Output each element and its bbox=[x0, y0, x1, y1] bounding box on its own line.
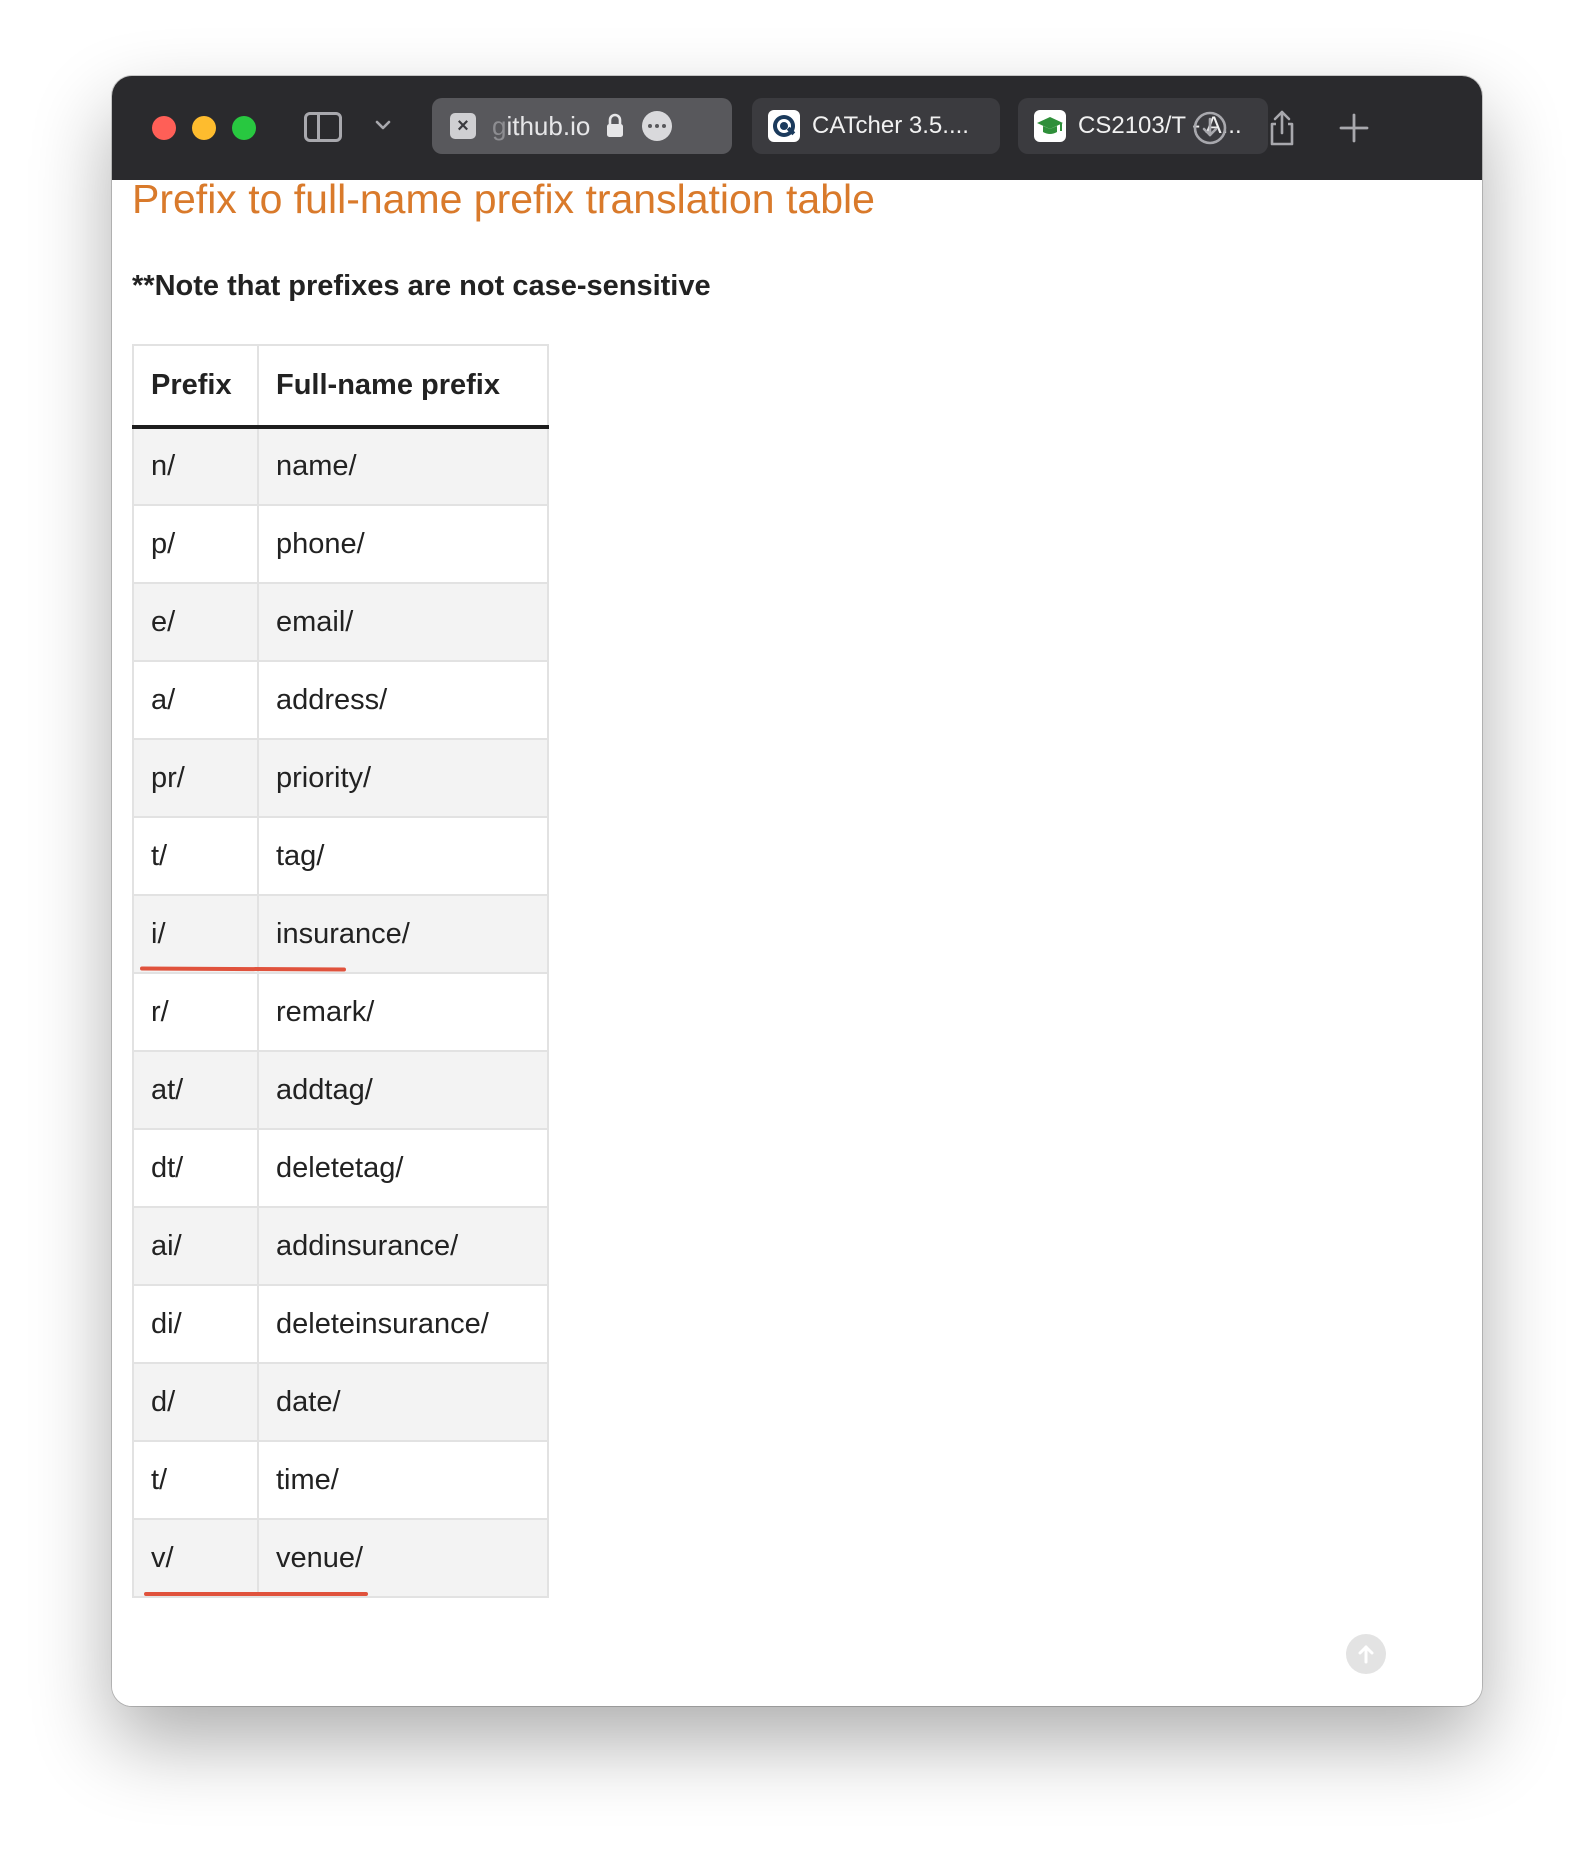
full-name-cell: insurance/ bbox=[257, 894, 549, 974]
prefix-cell: di/ bbox=[132, 1284, 259, 1364]
new-tab-plus-icon[interactable] bbox=[1334, 108, 1374, 148]
full-name-cell: priority/ bbox=[257, 738, 549, 818]
prefix-cell: ai/ bbox=[132, 1206, 259, 1286]
full-name-cell: tag/ bbox=[257, 816, 549, 896]
sidebar-toggle-icon[interactable] bbox=[304, 112, 342, 142]
prefix-cell: t/ bbox=[132, 816, 259, 896]
full-name-cell: address/ bbox=[257, 660, 549, 740]
case-note: **Note that prefixes are not case-sensit… bbox=[132, 270, 711, 302]
full-name-cell: venue/ bbox=[257, 1518, 549, 1598]
tab-url-text: ithub.io bbox=[506, 110, 591, 141]
catcher-favicon-icon bbox=[768, 110, 800, 142]
table-row: at/addtag/ bbox=[132, 1050, 549, 1130]
tab-github-io[interactable]: × github.io bbox=[432, 98, 732, 154]
prefix-cell: dt/ bbox=[132, 1128, 259, 1208]
table-row: r/remark/ bbox=[132, 972, 549, 1052]
prefix-cell: n/ bbox=[132, 426, 259, 506]
page-heading: Prefix to full-name prefix translation t… bbox=[132, 176, 875, 222]
close-window-button[interactable] bbox=[152, 116, 176, 140]
full-name-cell: email/ bbox=[257, 582, 549, 662]
full-name-cell: deletetag/ bbox=[257, 1128, 549, 1208]
tab-cs2103[interactable]: CS2103/T - A... bbox=[1018, 98, 1268, 154]
prefix-cell: t/ bbox=[132, 1440, 259, 1520]
table-header-row: Prefix Full-name prefix bbox=[132, 344, 549, 429]
prefix-cell: a/ bbox=[132, 660, 259, 740]
prefix-cell: at/ bbox=[132, 1050, 259, 1130]
tab-title: CATcher 3.5.... bbox=[812, 112, 969, 139]
column-header-prefix: Prefix bbox=[132, 344, 259, 429]
table-row: i/insurance/ bbox=[132, 894, 549, 974]
chevron-down-icon[interactable] bbox=[372, 114, 394, 136]
red-underline-annotation bbox=[144, 1592, 368, 1596]
graduation-cap-icon bbox=[1034, 110, 1066, 142]
full-name-cell: name/ bbox=[257, 426, 549, 506]
full-name-cell: remark/ bbox=[257, 972, 549, 1052]
title-bar: × github.io CATcher 3.5.... CS2103/T - A… bbox=[112, 76, 1482, 180]
download-icon[interactable] bbox=[1190, 108, 1230, 148]
zoom-window-button[interactable] bbox=[232, 116, 256, 140]
full-name-cell: phone/ bbox=[257, 504, 549, 584]
table-row: t/tag/ bbox=[132, 816, 549, 896]
table-row: pr/priority/ bbox=[132, 738, 549, 818]
minimize-window-button[interactable] bbox=[192, 116, 216, 140]
prefix-cell: e/ bbox=[132, 582, 259, 662]
table-row: di/deleteinsurance/ bbox=[132, 1284, 549, 1364]
full-name-cell: addinsurance/ bbox=[257, 1206, 549, 1286]
table-row: n/name/ bbox=[132, 426, 549, 506]
tab-url-faded: g bbox=[492, 110, 507, 141]
more-options-icon[interactable] bbox=[642, 111, 673, 141]
table-row: v/venue/ bbox=[132, 1518, 549, 1598]
table-row: a/address/ bbox=[132, 660, 549, 740]
table-row: p/phone/ bbox=[132, 504, 549, 584]
arrow-up-icon bbox=[1358, 1645, 1374, 1664]
browser-window: × github.io CATcher 3.5.... CS2103/T - A… bbox=[112, 76, 1482, 1706]
scroll-to-top-button[interactable] bbox=[1346, 1634, 1386, 1674]
table-row: t/time/ bbox=[132, 1440, 549, 1520]
full-name-cell: date/ bbox=[257, 1362, 549, 1442]
lock-icon bbox=[607, 113, 624, 137]
table-row: e/email/ bbox=[132, 582, 549, 662]
prefix-cell: pr/ bbox=[132, 738, 259, 818]
tab-close-icon[interactable]: × bbox=[450, 113, 476, 139]
full-name-cell: time/ bbox=[257, 1440, 549, 1520]
table-row: ai/addinsurance/ bbox=[132, 1206, 549, 1286]
prefix-cell: r/ bbox=[132, 972, 259, 1052]
tab-catcher[interactable]: CATcher 3.5.... bbox=[752, 98, 1000, 154]
page-content: Prefix to full-name prefix translation t… bbox=[112, 176, 1482, 1706]
prefix-cell: d/ bbox=[132, 1362, 259, 1442]
share-icon[interactable] bbox=[1262, 108, 1302, 148]
full-name-cell: deleteinsurance/ bbox=[257, 1284, 549, 1364]
prefix-cell: i/ bbox=[132, 894, 259, 974]
prefix-cell: v/ bbox=[132, 1518, 259, 1598]
full-name-cell: addtag/ bbox=[257, 1050, 549, 1130]
table-row: d/date/ bbox=[132, 1362, 549, 1442]
table-row: dt/deletetag/ bbox=[132, 1128, 549, 1208]
column-header-full-name: Full-name prefix bbox=[257, 344, 549, 429]
prefix-cell: p/ bbox=[132, 504, 259, 584]
tab-url: github.io bbox=[492, 111, 590, 142]
